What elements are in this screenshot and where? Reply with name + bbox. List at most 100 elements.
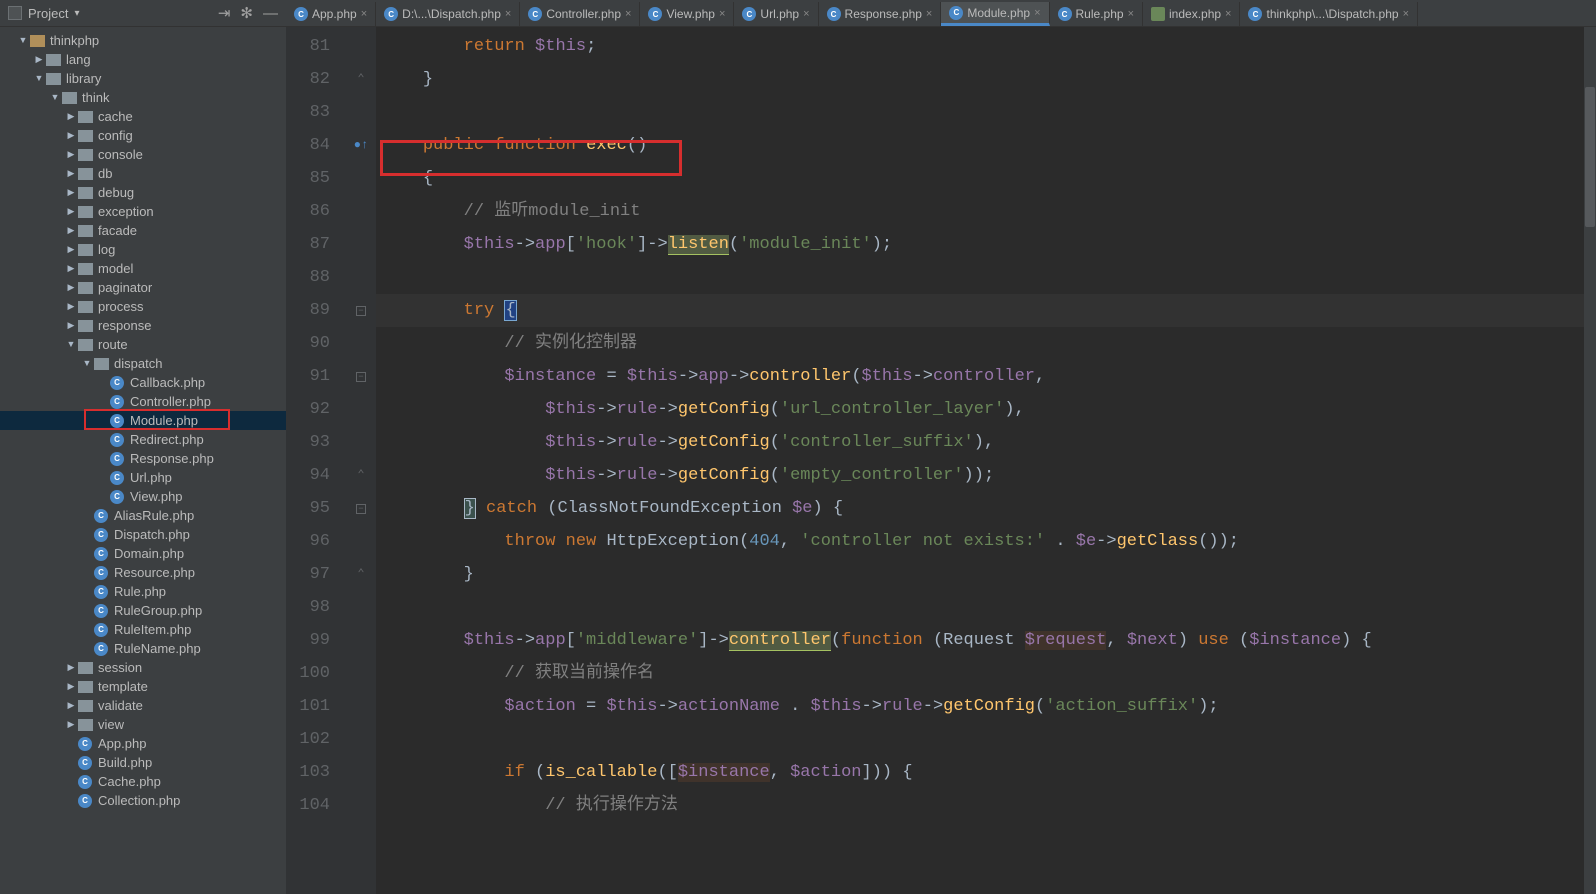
editor-tab[interactable]: Url.php× bbox=[734, 2, 818, 26]
fold-gutter-cell[interactable]: ⌃ bbox=[346, 558, 376, 591]
code-line[interactable]: } bbox=[376, 63, 1596, 96]
tree-file[interactable]: AliasRule.php bbox=[0, 506, 286, 525]
fold-gutter-cell[interactable]: − bbox=[346, 294, 376, 327]
chevron-right-icon[interactable]: ▶ bbox=[64, 297, 78, 316]
code-line[interactable]: $this->rule->getConfig('url_controller_l… bbox=[376, 393, 1596, 426]
close-icon[interactable]: × bbox=[1128, 8, 1134, 20]
gear-icon[interactable]: ✻ bbox=[240, 4, 253, 22]
editor-tab[interactable]: Module.php× bbox=[941, 2, 1049, 26]
chevron-down-icon[interactable]: ▼ bbox=[32, 69, 46, 88]
tree-file[interactable]: Url.php bbox=[0, 468, 286, 487]
tree-folder[interactable]: ▶cache bbox=[0, 107, 286, 126]
code-line[interactable] bbox=[376, 96, 1596, 129]
tree-folder[interactable]: ▶facade bbox=[0, 221, 286, 240]
code-line[interactable]: $this->app['middleware']->controller(fun… bbox=[376, 624, 1596, 657]
editor-tab[interactable]: index.php× bbox=[1143, 2, 1240, 26]
tree-file[interactable]: Response.php bbox=[0, 449, 286, 468]
editor-tab[interactable]: thinkphp\...\Dispatch.php× bbox=[1240, 2, 1418, 26]
fold-gutter-cell[interactable]: − bbox=[346, 492, 376, 525]
tree-folder[interactable]: ▼think bbox=[0, 88, 286, 107]
fold-start-icon[interactable]: − bbox=[356, 372, 366, 382]
chevron-right-icon[interactable]: ▶ bbox=[64, 696, 78, 715]
chevron-right-icon[interactable]: ▶ bbox=[64, 145, 78, 164]
tree-folder[interactable]: ▶paginator bbox=[0, 278, 286, 297]
tree-folder[interactable]: ▼route bbox=[0, 335, 286, 354]
chevron-right-icon[interactable]: ▶ bbox=[32, 50, 46, 69]
tree-folder[interactable]: ▶log bbox=[0, 240, 286, 259]
fold-gutter-cell[interactable] bbox=[346, 30, 376, 63]
tree-folder[interactable]: ▶db bbox=[0, 164, 286, 183]
code-line[interactable]: if (is_callable([$instance, $action])) { bbox=[376, 756, 1596, 789]
tree-file[interactable]: RuleName.php bbox=[0, 639, 286, 658]
chevron-right-icon[interactable]: ▶ bbox=[64, 316, 78, 335]
code-line[interactable] bbox=[376, 591, 1596, 624]
fold-gutter-cell[interactable] bbox=[346, 162, 376, 195]
fold-gutter-cell[interactable] bbox=[346, 657, 376, 690]
tree-file[interactable]: RuleItem.php bbox=[0, 620, 286, 639]
chevron-right-icon[interactable]: ▶ bbox=[64, 183, 78, 202]
close-icon[interactable]: × bbox=[1034, 7, 1040, 19]
tree-file[interactable]: Cache.php bbox=[0, 772, 286, 791]
fold-gutter-cell[interactable] bbox=[346, 426, 376, 459]
tree-folder[interactable]: ▼thinkphp bbox=[0, 31, 286, 50]
tree-file[interactable]: Rule.php bbox=[0, 582, 286, 601]
code-line[interactable]: throw new HttpException(404, 'controller… bbox=[376, 525, 1596, 558]
chevron-right-icon[interactable]: ▶ bbox=[64, 240, 78, 259]
tree-folder[interactable]: ▼dispatch bbox=[0, 354, 286, 373]
code-line[interactable]: // 监听module_init bbox=[376, 195, 1596, 228]
chevron-right-icon[interactable]: ▶ bbox=[64, 164, 78, 183]
fold-gutter-cell[interactable] bbox=[346, 690, 376, 723]
tree-folder[interactable]: ▶validate bbox=[0, 696, 286, 715]
code-line[interactable] bbox=[376, 261, 1596, 294]
fold-gutter-cell[interactable] bbox=[346, 723, 376, 756]
scrollbar-thumb[interactable] bbox=[1585, 87, 1595, 227]
editor-tab[interactable]: Rule.php× bbox=[1050, 2, 1143, 26]
hide-icon[interactable]: — bbox=[263, 5, 278, 22]
close-icon[interactable]: × bbox=[361, 8, 367, 20]
code-line[interactable]: } bbox=[376, 558, 1596, 591]
close-icon[interactable]: × bbox=[719, 8, 725, 20]
code-line[interactable]: // 执行操作方法 bbox=[376, 789, 1596, 822]
chevron-right-icon[interactable]: ▶ bbox=[64, 278, 78, 297]
editor-tab[interactable]: D:\...\Dispatch.php× bbox=[376, 2, 520, 26]
tree-file[interactable]: RuleGroup.php bbox=[0, 601, 286, 620]
tree-file[interactable]: Domain.php bbox=[0, 544, 286, 563]
fold-start-icon[interactable]: − bbox=[356, 504, 366, 514]
code-line[interactable]: return $this; bbox=[376, 30, 1596, 63]
chevron-right-icon[interactable]: ▶ bbox=[64, 658, 78, 677]
fold-gutter-cell[interactable] bbox=[346, 228, 376, 261]
project-tree[interactable]: ▼thinkphp▶lang▼library▼think▶cache▶confi… bbox=[0, 27, 286, 810]
chevron-right-icon[interactable]: ▶ bbox=[64, 107, 78, 126]
chevron-right-icon[interactable]: ▶ bbox=[64, 677, 78, 696]
editor-tab[interactable]: View.php× bbox=[640, 2, 734, 26]
code-line[interactable]: public function exec() bbox=[376, 129, 1596, 162]
chevron-right-icon[interactable]: ▶ bbox=[64, 202, 78, 221]
chevron-down-icon[interactable]: ▼ bbox=[80, 354, 94, 373]
code-line[interactable]: $this->rule->getConfig('controller_suffi… bbox=[376, 426, 1596, 459]
code-line[interactable]: try { bbox=[376, 294, 1596, 327]
fold-gutter-cell[interactable] bbox=[346, 261, 376, 294]
tree-file[interactable]: Collection.php bbox=[0, 791, 286, 810]
code-line[interactable]: // 获取当前操作名 bbox=[376, 657, 1596, 690]
fold-gutter-cell[interactable] bbox=[346, 327, 376, 360]
tree-file[interactable]: View.php bbox=[0, 487, 286, 506]
close-icon[interactable]: × bbox=[1225, 8, 1231, 20]
tree-file[interactable]: Redirect.php bbox=[0, 430, 286, 449]
fold-gutter-cell[interactable] bbox=[346, 393, 376, 426]
close-icon[interactable]: × bbox=[1403, 8, 1409, 20]
editor-tab[interactable]: App.php× bbox=[286, 2, 376, 26]
editor-scrollbar-vertical[interactable] bbox=[1584, 27, 1596, 894]
project-tool-window-label[interactable]: Project ▾ bbox=[0, 6, 218, 21]
tree-folder[interactable]: ▶view bbox=[0, 715, 286, 734]
tree-folder[interactable]: ▶template bbox=[0, 677, 286, 696]
chevron-right-icon[interactable]: ▶ bbox=[64, 126, 78, 145]
chevron-right-icon[interactable]: ▶ bbox=[64, 259, 78, 278]
tree-folder[interactable]: ▶process bbox=[0, 297, 286, 316]
tree-folder[interactable]: ▶lang bbox=[0, 50, 286, 69]
override-icon[interactable]: ●↑ bbox=[354, 138, 368, 152]
code-line[interactable]: // 实例化控制器 bbox=[376, 327, 1596, 360]
tree-folder[interactable]: ▶config bbox=[0, 126, 286, 145]
code-content[interactable]: return $this; } public function exec() {… bbox=[376, 27, 1596, 894]
chevron-down-icon[interactable]: ▼ bbox=[64, 335, 78, 354]
chevron-down-icon[interactable]: ▼ bbox=[48, 88, 62, 107]
